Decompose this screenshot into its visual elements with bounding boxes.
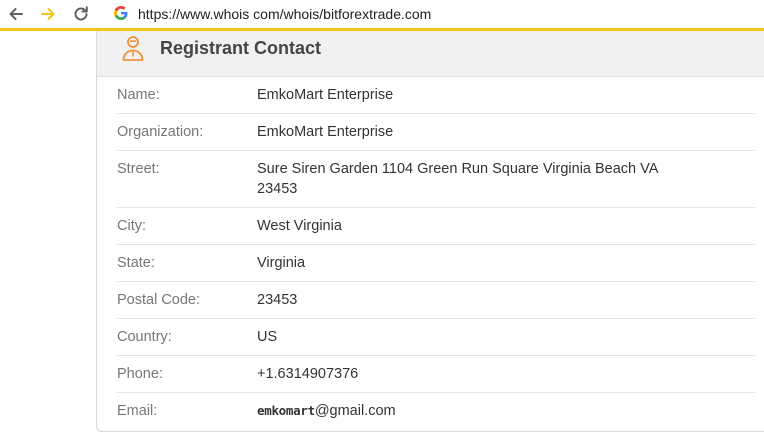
- browser-toolbar: https://www.whois com/whois/bitforextrad…: [0, 0, 764, 31]
- row-value: +1.6314907376: [257, 366, 359, 382]
- contact-row-phone: Phone: +1.6314907376: [117, 356, 755, 393]
- row-label: Organization:: [117, 124, 204, 140]
- reload-icon: [74, 6, 88, 21]
- row-label: Name:: [117, 87, 160, 103]
- email-domain: @gmail.com: [314, 403, 396, 419]
- row-label: Country:: [117, 329, 172, 345]
- email-value: emkomart@gmail.com: [257, 401, 677, 421]
- row-value: Virginia: [257, 255, 306, 271]
- row-value: West Virginia: [257, 218, 342, 234]
- contact-row-organization: Organization: EmkoMart Enterprise: [117, 114, 755, 151]
- card-title: Registrant Contact: [160, 38, 322, 58]
- row-value: EmkoMart Enterprise: [257, 124, 394, 140]
- row-value: EmkoMart Enterprise: [257, 87, 394, 103]
- row-label: Email:: [117, 403, 158, 419]
- row-value: 23453: [257, 292, 298, 308]
- reload-button[interactable]: [70, 3, 92, 25]
- arrow-left-icon: [9, 8, 23, 20]
- google-g-icon: [114, 6, 128, 20]
- contact-row-name: Name: EmkoMart Enterprise: [117, 77, 755, 114]
- contact-row-street: Street: Sure Siren Garden 1104 Green Run…: [117, 151, 755, 208]
- row-value: Sure Siren Garden 1104 Green Run Square …: [257, 161, 658, 197]
- row-label: Postal Code:: [117, 292, 201, 308]
- row-value: US: [257, 329, 278, 345]
- email-user: emkomart: [257, 403, 315, 418]
- address-bar-url[interactable]: https://www.whois com/whois/bitforextrad…: [138, 5, 431, 23]
- row-label: City:: [117, 218, 146, 234]
- row-label: Street:: [117, 161, 160, 177]
- row-label: State:: [117, 255, 155, 271]
- person-icon: [122, 36, 144, 61]
- registrant-contact-card: Registrant Contact Name: EmkoMart Enterp…: [96, 31, 764, 432]
- contact-row-country: Country: US: [117, 319, 755, 356]
- arrow-right-icon: [41, 8, 55, 20]
- contact-row-email: Email: emkomart@gmail.com: [117, 393, 755, 429]
- contact-row-state: State: Virginia: [117, 245, 755, 282]
- row-label: Phone:: [117, 366, 163, 382]
- contact-row-city: City: West Virginia: [117, 208, 755, 245]
- card-header: Registrant Contact: [97, 31, 764, 77]
- contact-row-postal-code: Postal Code: 23453: [117, 282, 755, 319]
- forward-button[interactable]: [37, 3, 59, 25]
- back-button[interactable]: [5, 3, 27, 25]
